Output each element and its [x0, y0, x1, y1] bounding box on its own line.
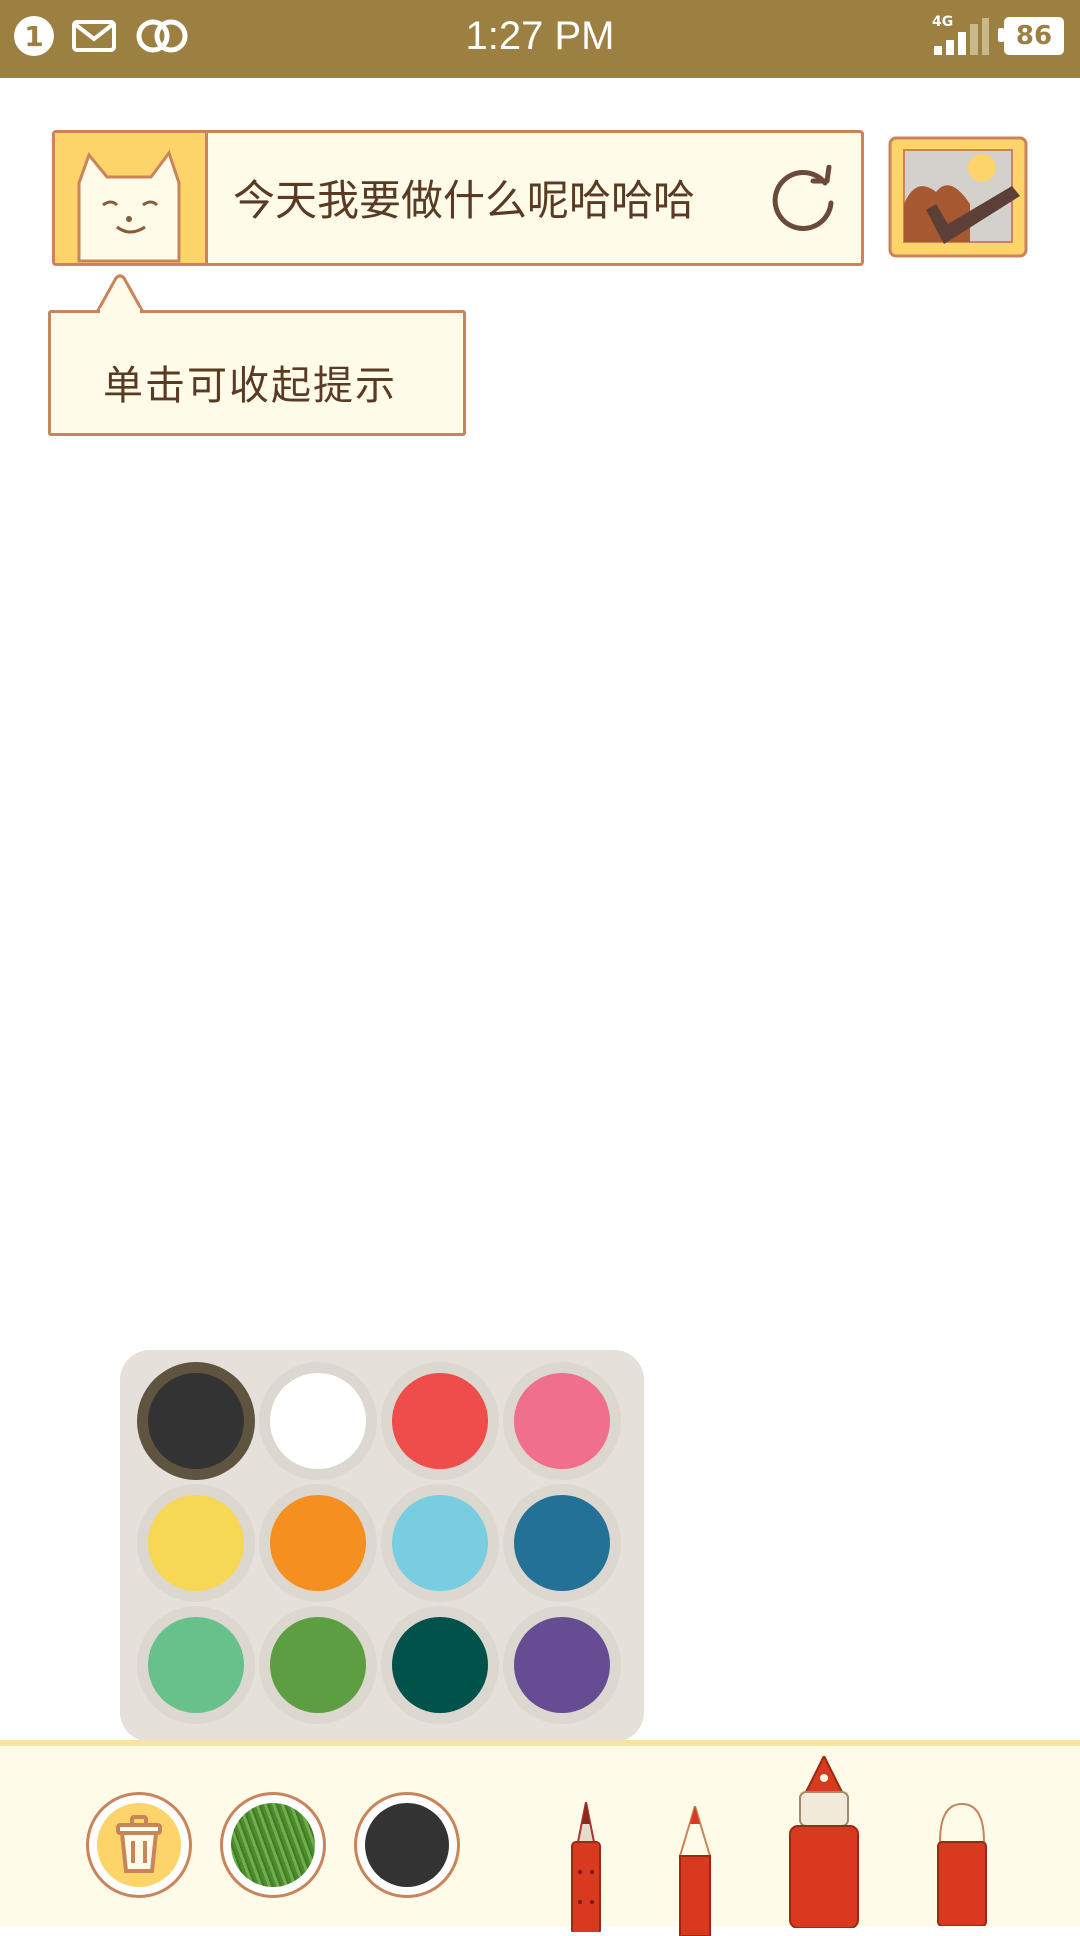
status-right-icons: 4G 86: [932, 14, 1064, 56]
cat-avatar: [55, 133, 208, 263]
color-swatch-fill: [270, 1495, 366, 1591]
color-swatch-fill: [392, 1495, 488, 1591]
color-swatch[interactable]: [259, 1362, 377, 1480]
color-swatch-fill: [514, 1617, 610, 1713]
color-swatch[interactable]: [381, 1362, 499, 1480]
color-swatch[interactable]: [381, 1484, 499, 1602]
color-swatch[interactable]: [503, 1362, 621, 1480]
color-swatch-fill: [148, 1495, 244, 1591]
color-swatch[interactable]: [137, 1484, 255, 1602]
color-swatch[interactable]: [137, 1606, 255, 1724]
tooltip-text: 单击可收起提示: [103, 363, 397, 409]
color-swatch-fill: [392, 1373, 488, 1469]
color-swatch-fill: [270, 1373, 366, 1469]
cat-face-icon: [77, 149, 181, 263]
color-swatch-fill: [148, 1373, 244, 1469]
pencil-tool[interactable]: [674, 1806, 716, 1936]
color-swatch[interactable]: [381, 1606, 499, 1724]
color-swatch[interactable]: [259, 1606, 377, 1724]
color-swatch-fill: [270, 1617, 366, 1713]
color-swatch-fill: [514, 1373, 610, 1469]
color-swatch-fill: [514, 1495, 610, 1591]
color-palette: [120, 1350, 644, 1742]
trash-icon: [116, 1815, 162, 1873]
refresh-icon[interactable]: [769, 165, 839, 235]
drawing-prompt-bar: 今天我要做什么呢哈哈哈: [52, 130, 864, 266]
tooltip-join: [100, 308, 140, 314]
current-color-swatch: [365, 1803, 449, 1887]
battery-level: 86: [1015, 21, 1053, 51]
signal-icon: 4G: [932, 14, 990, 56]
texture-swatch: [231, 1803, 315, 1887]
color-swatch[interactable]: [137, 1362, 255, 1480]
color-swatch[interactable]: [503, 1606, 621, 1724]
color-swatch-fill: [148, 1617, 244, 1713]
texture-button[interactable]: [220, 1792, 326, 1898]
battery-icon: 86: [998, 17, 1064, 55]
eraser-tool[interactable]: [934, 1802, 990, 1926]
marker-tool[interactable]: [786, 1756, 862, 1928]
prompt-text: 今天我要做什么呢哈哈哈: [233, 176, 696, 225]
trash-button[interactable]: [86, 1792, 192, 1898]
pen-tool[interactable]: [566, 1802, 606, 1932]
color-swatch[interactable]: [503, 1484, 621, 1602]
bottom-toolbar: [0, 1740, 1080, 1936]
picture-frame-check-icon[interactable]: [886, 134, 1030, 260]
color-swatch-fill: [392, 1617, 488, 1713]
current-color-button[interactable]: [354, 1792, 460, 1898]
trash-button-bg: [97, 1803, 181, 1887]
status-time: 1:27 PM: [465, 14, 615, 58]
status-bar: 1 1:27 PM 4G 86: [0, 0, 1080, 78]
hint-tooltip[interactable]: 单击可收起提示: [48, 310, 466, 436]
color-swatch[interactable]: [259, 1484, 377, 1602]
